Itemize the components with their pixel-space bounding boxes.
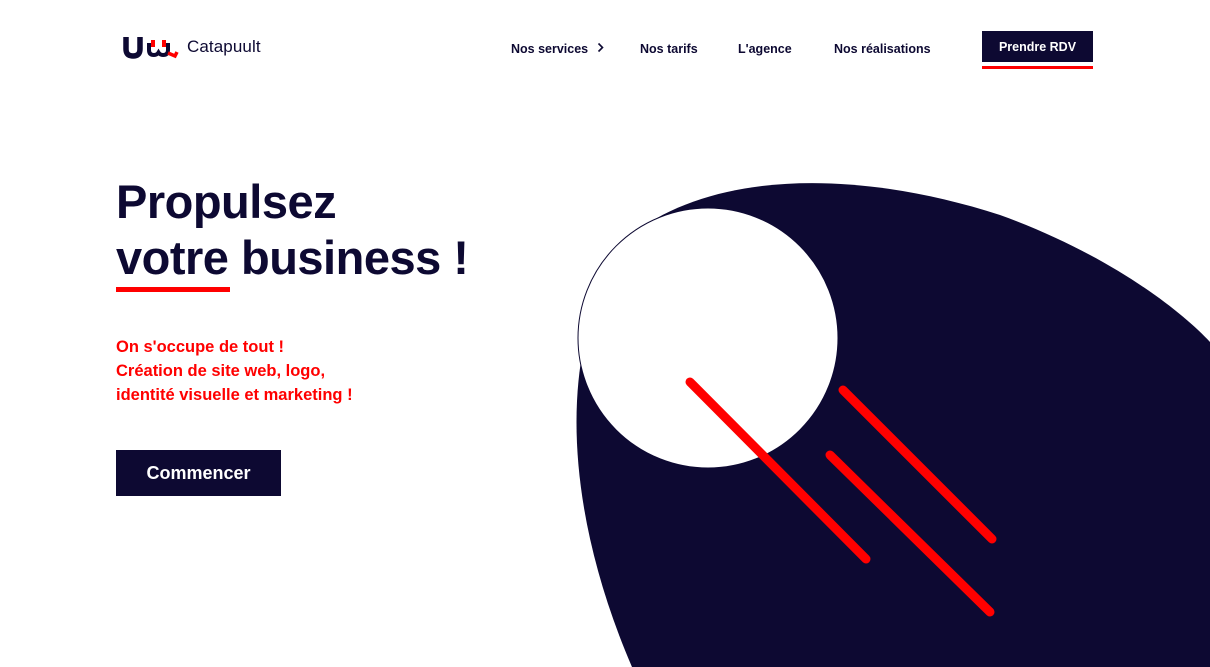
nav-item-agence[interactable]: L'agence [738,42,792,56]
nav-item-realisations[interactable]: Nos réalisations [834,42,931,56]
speed-line-3 [825,450,995,617]
hero-title-line-2: votre business ! [116,231,469,284]
nav-item-services-label: Nos services [511,42,589,56]
comet-illustration [576,183,1210,667]
brand-name: Catapuult [187,37,261,56]
hero-title-underline [116,287,230,292]
comet-head-circle [577,207,839,469]
speed-line-1 [685,377,871,564]
nav-item-tarifs[interactable]: Nos tarifs [640,42,698,56]
landing-page: Catapuult Nos services Nos tarifs L'agen… [0,0,1210,667]
hero-title: Propulsez votre business ! [116,174,469,286]
book-appointment-button[interactable]: Prendre RDV [982,31,1093,62]
hero-subtitle: On s'occupe de tout ! Création de site w… [116,335,353,407]
brand-logo-link[interactable]: Catapuult [123,34,261,60]
speed-line-2 [838,385,997,544]
hero-subtitle-line-1: On s'occupe de tout ! [116,338,285,356]
chevron-right-icon [597,42,604,56]
book-appointment-underline [982,66,1093,69]
hero-subtitle-line-3: identité visuelle et marketing ! [116,386,353,404]
hero-title-line-1: Propulsez [116,175,337,228]
catapuult-logo-icon [123,37,179,59]
start-button[interactable]: Commencer [116,450,281,496]
nav-item-services[interactable]: Nos services [511,42,604,56]
hero-subtitle-line-2: Création de site web, logo, [116,362,326,380]
comet-tail-shape [576,183,1210,667]
